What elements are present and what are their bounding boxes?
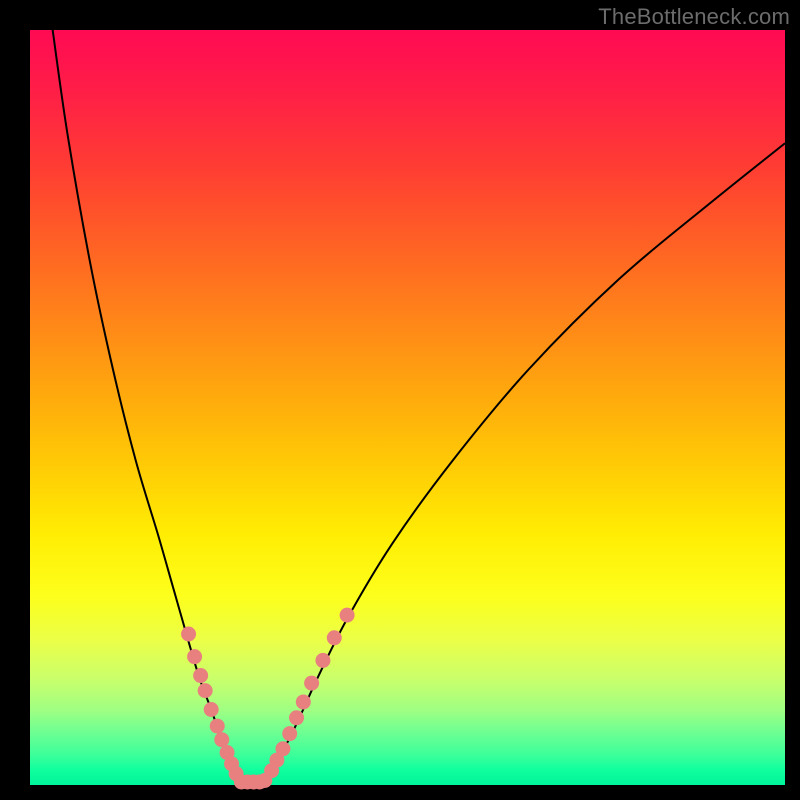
left-cluster-point xyxy=(187,649,202,664)
right-cluster-point xyxy=(340,608,355,623)
curve-layer xyxy=(30,30,785,785)
left-cluster-point xyxy=(210,719,225,734)
chart-container: TheBottleneck.com xyxy=(0,0,800,800)
right-cluster-point xyxy=(327,630,342,645)
right-cluster-point xyxy=(282,726,297,741)
left-cluster-point xyxy=(181,627,196,642)
curve-paths xyxy=(53,30,785,786)
left-cluster-point xyxy=(204,702,219,717)
right-cluster-point xyxy=(315,653,330,668)
left-cluster-point xyxy=(193,668,208,683)
watermark-text: TheBottleneck.com xyxy=(598,4,790,30)
left-cluster-point xyxy=(214,732,229,747)
v-curve xyxy=(53,30,785,786)
right-cluster-point xyxy=(289,710,304,725)
right-cluster-point xyxy=(304,676,319,691)
plot-area xyxy=(30,30,785,785)
right-cluster-point xyxy=(296,694,311,709)
left-cluster-point xyxy=(198,683,213,698)
right-cluster-point xyxy=(275,741,290,756)
